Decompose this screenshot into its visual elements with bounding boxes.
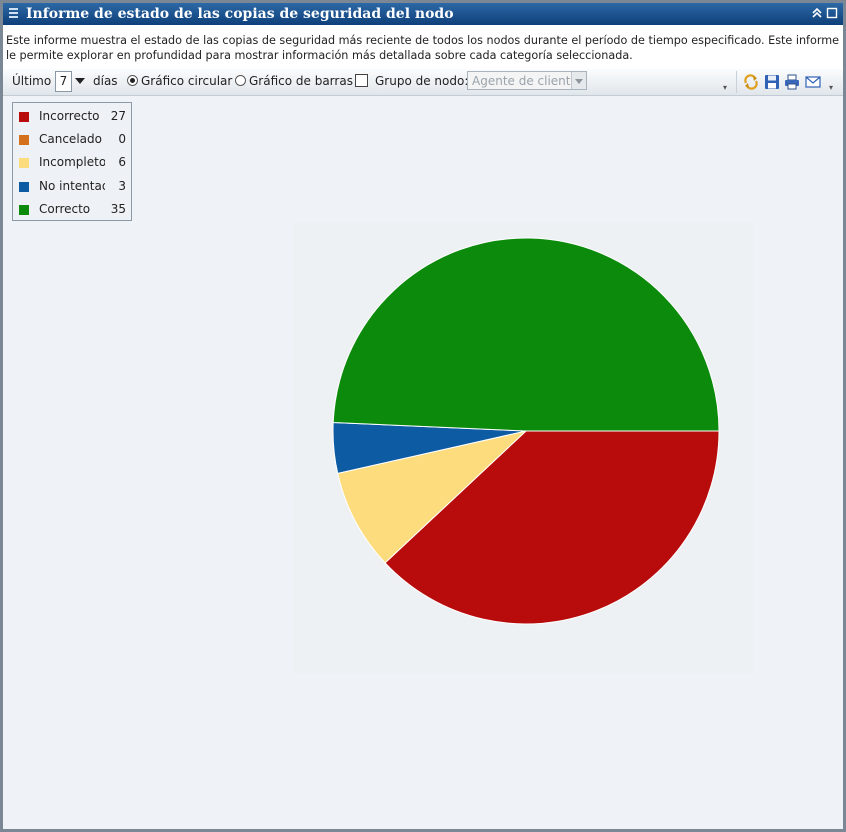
window-title: Informe de estado de las copias de segur… xyxy=(26,6,454,22)
pie-slice-correcto[interactable] xyxy=(332,237,720,432)
legend-swatch xyxy=(19,181,29,192)
print-icon[interactable] xyxy=(784,74,800,90)
legend-item[interactable]: No intentado 3 xyxy=(13,178,131,196)
toolbar-separator xyxy=(736,71,737,93)
legend-value: 0 xyxy=(118,132,126,147)
legend-item[interactable]: Incorrecto 27 xyxy=(13,108,131,126)
bar-chart-radio[interactable] xyxy=(235,75,246,86)
pie-chart-label[interactable]: Gráfico circular xyxy=(141,74,232,88)
bar-chart-label[interactable]: Gráfico de barras xyxy=(249,74,353,88)
legend-item[interactable]: Cancelado 0 xyxy=(13,131,131,149)
collapse-icon[interactable] xyxy=(811,7,823,19)
report-window: Informe de estado de las copias de segur… xyxy=(0,0,846,832)
legend-label: Incompleto xyxy=(39,155,105,170)
legend-swatch xyxy=(19,204,29,215)
legend-value: 27 xyxy=(110,109,126,123)
node-group-select-value: Agente de cliente xyxy=(472,74,578,88)
legend-swatch xyxy=(19,112,29,122)
legend-label: Incorrecto xyxy=(39,109,100,123)
chevron-down-icon[interactable] xyxy=(571,72,586,89)
days-input[interactable]: 7 xyxy=(55,71,72,92)
legend-swatch xyxy=(19,158,29,169)
days-dropdown-arrow-icon[interactable] xyxy=(75,78,85,84)
node-group-select[interactable]: Agente de cliente xyxy=(467,71,587,90)
description-line: Este informe muestra el estado de las co… xyxy=(6,34,840,47)
pie-chart xyxy=(332,237,720,625)
legend-item[interactable]: Correcto 35 xyxy=(13,201,131,219)
menu-grip-icon[interactable] xyxy=(9,8,18,19)
node-group-checkbox[interactable] xyxy=(355,74,368,87)
days-label: días xyxy=(93,74,118,88)
legend-value: 35 xyxy=(110,201,126,216)
refresh-icon[interactable] xyxy=(743,74,759,90)
last-label: Último xyxy=(12,74,52,88)
save-icon[interactable] xyxy=(764,74,780,90)
report-description: Este informe muestra el estado de las co… xyxy=(3,25,843,72)
legend-value: 6 xyxy=(118,155,126,170)
legend-label: Correcto xyxy=(39,201,91,216)
title-bar: Informe de estado de las copias de segur… xyxy=(3,3,843,25)
legend-value: 3 xyxy=(118,178,126,193)
chart-plot-area xyxy=(293,223,753,673)
legend-label: No intentado xyxy=(39,178,105,193)
report-toolbar: Último 7 días Gráfico circular Gráfico d… xyxy=(3,69,843,96)
pie-chart-radio[interactable] xyxy=(127,75,138,86)
legend-swatch xyxy=(19,135,29,146)
toolbar-overflow-icon[interactable]: ▾ xyxy=(829,83,837,92)
legend-item[interactable]: Incompleto 6 xyxy=(13,154,131,172)
node-group-label: Grupo de nodo: xyxy=(375,74,469,88)
chart-legend: Incorrecto 27 Cancelado 0 Incompleto 6 No inte… xyxy=(12,102,132,221)
description-line: le permite explorar en profundidad para … xyxy=(6,49,633,62)
legend-label: Cancelado xyxy=(39,132,102,147)
toolbar-overflow-icon[interactable]: ▾ xyxy=(723,83,731,92)
maximize-icon[interactable] xyxy=(826,7,838,19)
email-icon[interactable] xyxy=(805,74,821,90)
